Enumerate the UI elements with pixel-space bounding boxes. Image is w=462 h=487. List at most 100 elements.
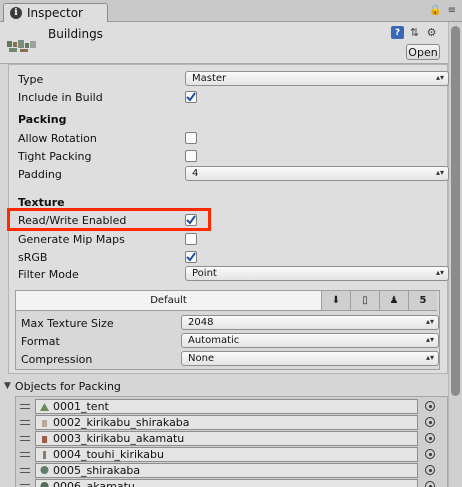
- list-item: 0002_kirikabu_shirakaba: [16, 415, 449, 431]
- checkmark-icon: [186, 92, 196, 102]
- drag-handle-icon[interactable]: [20, 468, 30, 473]
- objects-for-packing-foldout[interactable]: ▼ Objects for Packing: [4, 378, 121, 394]
- window-tab-strip: i Inspector 🔒 ≡: [0, 0, 462, 22]
- type-row: Type: [18, 71, 43, 87]
- object-name: 0002_kirikabu_shirakaba: [53, 416, 190, 429]
- object-picker-icon[interactable]: [425, 481, 435, 487]
- filter-mode-label: Filter Mode: [18, 267, 79, 281]
- compression-dropdown[interactable]: None ▴▾: [181, 351, 439, 366]
- compression-row: Compression: [21, 351, 92, 367]
- object-picker-icon[interactable]: [425, 401, 435, 411]
- object-field[interactable]: 0005_shirakaba: [35, 463, 418, 478]
- sprite-atlas-icon: [7, 40, 36, 52]
- include-in-build-checkbox[interactable]: [185, 91, 197, 103]
- filter-mode-dropdown[interactable]: Point ▴▾: [185, 266, 449, 281]
- download-icon[interactable]: ⬇: [321, 291, 350, 311]
- sprite-icon: [43, 451, 46, 459]
- format-dropdown[interactable]: Automatic ▴▾: [181, 333, 439, 348]
- type-label: Type: [18, 72, 44, 86]
- objects-for-packing-title: Objects for Packing: [14, 379, 121, 393]
- object-name: 0006_akamatu: [53, 480, 135, 487]
- format-row: Format: [21, 333, 60, 349]
- compression-label: Compression: [21, 352, 93, 366]
- list-item: 0006_akamatu: [16, 479, 449, 487]
- scrollbar-thumb[interactable]: [451, 26, 460, 396]
- srgb-checkbox[interactable]: [185, 251, 197, 263]
- object-field[interactable]: 0002_kirikabu_shirakaba: [35, 415, 418, 430]
- tab-tools: 🔒 ≡: [429, 5, 456, 16]
- padding-label: Padding: [18, 167, 62, 181]
- list-item: 0005_shirakaba: [16, 463, 449, 479]
- drag-handle-icon[interactable]: [20, 452, 30, 457]
- object-field[interactable]: 0001_tent: [35, 399, 418, 414]
- dropdown-arrow-icon: ▴▾: [425, 353, 434, 362]
- srgb-row: sRGB: [18, 249, 47, 265]
- tab-inspector[interactable]: i Inspector: [3, 3, 108, 22]
- open-button[interactable]: Open: [406, 44, 440, 60]
- object-picker-icon[interactable]: [425, 465, 435, 475]
- help-icon[interactable]: ?: [391, 26, 404, 39]
- tab-default-platform[interactable]: Default: [16, 291, 321, 311]
- filter-mode-row: Filter Mode: [18, 266, 79, 282]
- include-in-build-row: Include in Build: [18, 89, 103, 105]
- platform-settings: Default ⬇ ▯ ♟ 5 Max Texture Size 2048 ▴▾…: [15, 290, 440, 370]
- max-texture-size-dropdown[interactable]: 2048 ▴▾: [181, 315, 439, 330]
- android-icon[interactable]: ♟: [379, 291, 408, 311]
- dropdown-arrow-icon: ▴▾: [435, 268, 444, 277]
- padding-dropdown[interactable]: 4 ▴▾: [185, 166, 449, 181]
- object-field[interactable]: 0004_touhi_kirikabu: [35, 447, 418, 462]
- allow-rotation-row: Allow Rotation: [18, 130, 97, 146]
- preset-icon[interactable]: ⇅: [408, 26, 421, 39]
- object-name: 0004_touhi_kirikabu: [53, 448, 164, 461]
- object-field[interactable]: 0006_akamatu: [35, 479, 418, 487]
- filter-mode-value: Point: [192, 268, 217, 279]
- sprite-icon: [40, 403, 49, 411]
- list-item: 0001_tent: [16, 399, 449, 415]
- packing-section: Packing: [18, 111, 67, 127]
- object-picker-icon[interactable]: [425, 417, 435, 427]
- mip-maps-checkbox[interactable]: [185, 233, 197, 245]
- object-name: 0005_shirakaba: [53, 464, 141, 477]
- platform-tabs: Default ⬇ ▯ ♟ 5: [16, 291, 439, 311]
- list-item: 0004_touhi_kirikabu: [16, 447, 449, 463]
- padding-row: Padding: [18, 166, 62, 182]
- packing-title: Packing: [18, 112, 67, 126]
- html5-icon[interactable]: 5: [408, 291, 437, 311]
- include-in-build-label: Include in Build: [18, 90, 103, 104]
- sprite-icon: [42, 436, 47, 443]
- drag-handle-icon[interactable]: [20, 404, 30, 409]
- vertical-scrollbar[interactable]: [448, 22, 462, 487]
- object-picker-icon[interactable]: [425, 449, 435, 459]
- sprite-icon: [40, 466, 49, 474]
- object-picker-icon[interactable]: [425, 433, 435, 443]
- sprite-icon: [42, 420, 47, 427]
- type-dropdown[interactable]: Master ▴▾: [185, 71, 449, 86]
- lock-icon[interactable]: 🔒: [429, 5, 441, 16]
- object-field[interactable]: 0003_kirikabu_akamatu: [35, 431, 418, 446]
- checkmark-icon: [186, 252, 196, 262]
- dropdown-arrow-icon: ▴▾: [435, 168, 444, 177]
- tab-inspector-label: Inspector: [27, 6, 83, 20]
- drag-handle-icon[interactable]: [20, 420, 30, 425]
- mip-maps-row: Generate Mip Maps: [18, 231, 125, 247]
- tight-packing-checkbox[interactable]: [185, 150, 197, 162]
- foldout-expanded-icon: ▼: [4, 381, 11, 391]
- max-texture-size-value: 2048: [188, 317, 214, 328]
- max-texture-size-label: Max Texture Size: [21, 316, 114, 330]
- asset-name: Buildings: [48, 27, 103, 41]
- dropdown-arrow-icon: ▴▾: [425, 317, 434, 326]
- menu-icon[interactable]: ≡: [448, 5, 456, 16]
- mip-maps-label: Generate Mip Maps: [18, 232, 125, 246]
- allow-rotation-checkbox[interactable]: [185, 132, 197, 144]
- info-icon: i: [10, 7, 22, 19]
- dropdown-arrow-icon: ▴▾: [425, 335, 434, 344]
- object-name: 0001_tent: [53, 400, 109, 413]
- tight-packing-row: Tight Packing: [18, 148, 92, 164]
- asset-header: Buildings ? ⇅ ⚙ Open: [0, 22, 448, 64]
- gear-icon[interactable]: ⚙: [425, 26, 438, 39]
- tight-packing-label: Tight Packing: [18, 149, 92, 163]
- drag-handle-icon[interactable]: [20, 436, 30, 441]
- mobile-icon[interactable]: ▯: [350, 291, 379, 311]
- format-value: Automatic: [188, 335, 240, 346]
- compression-value: None: [188, 353, 215, 364]
